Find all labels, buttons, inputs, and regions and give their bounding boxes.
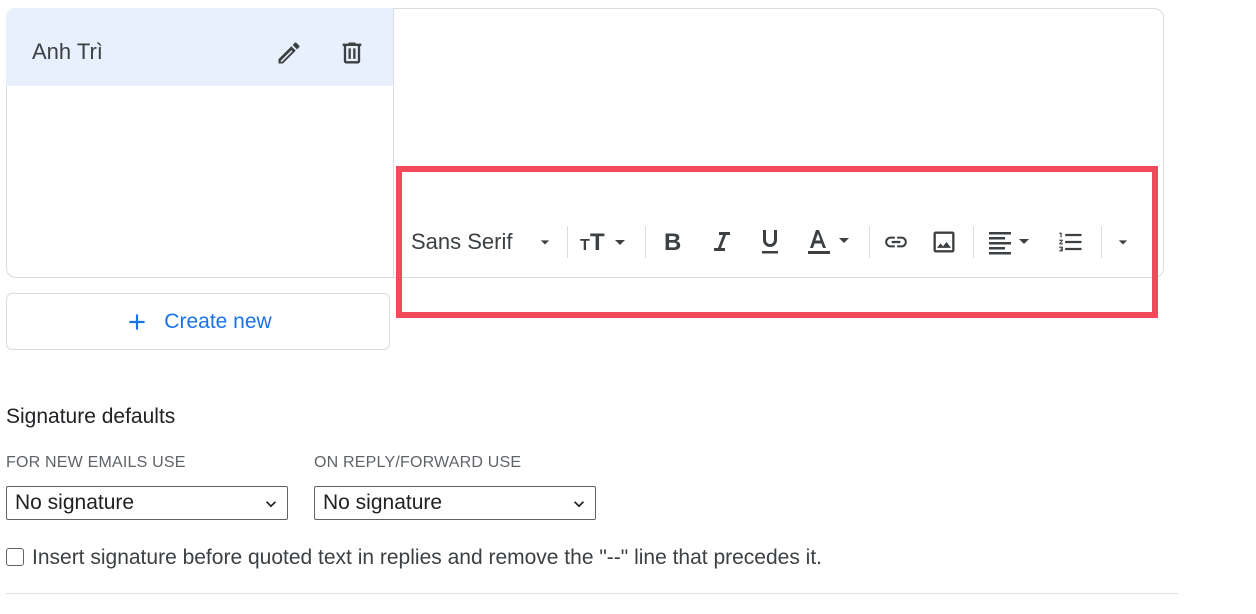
reply-forward-label: ON REPLY/FORWARD USE — [314, 454, 522, 471]
chevron-down-icon — [574, 501, 584, 508]
reply-forward-signature-select[interactable]: No signature — [314, 486, 596, 520]
signature-name: Anh Trì — [32, 39, 103, 64]
signature-list-item[interactable]: Anh Trì — [6, 8, 393, 86]
signature-defaults-title: Signature defaults — [6, 405, 176, 428]
insert-before-quoted-label: Insert signature before quoted text in r… — [32, 546, 823, 569]
chevron-down-icon — [266, 501, 276, 508]
section-divider — [6, 593, 1178, 594]
create-new-button[interactable]: Create new — [6, 293, 390, 350]
new-emails-signature-select[interactable]: No signature — [6, 486, 288, 520]
new-emails-label: FOR NEW EMAILS USE — [6, 454, 186, 471]
plus-icon — [129, 313, 145, 330]
insert-before-quoted-checkbox[interactable] — [6, 548, 24, 566]
highlight-box — [396, 166, 1158, 318]
create-new-label: Create new — [164, 309, 272, 333]
new-emails-selected-value: No signature — [15, 491, 135, 514]
signature-list: Anh Trì — [6, 8, 394, 278]
reply-forward-selected-value: No signature — [323, 491, 443, 514]
delete-trash-icon[interactable] — [335, 36, 369, 70]
edit-pencil-icon[interactable] — [272, 36, 306, 70]
